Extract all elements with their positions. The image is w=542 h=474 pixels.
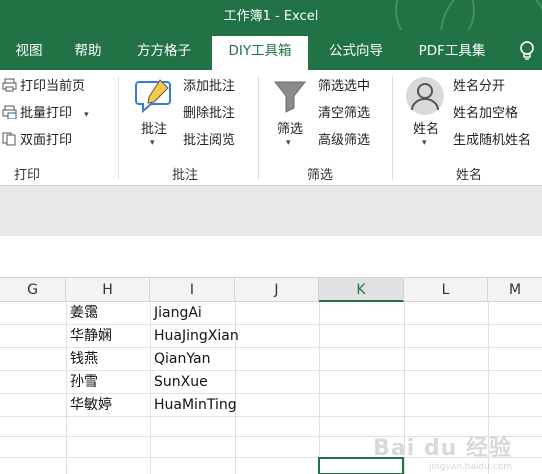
group-divider	[392, 76, 393, 180]
filter-big-button[interactable]: 筛选	[274, 118, 306, 137]
watermark: Bai du 经验	[373, 436, 512, 461]
person-avatar-icon[interactable]	[405, 76, 445, 116]
grid-line	[0, 416, 542, 417]
cell-pinyin[interactable]: HuaJingXian	[154, 325, 239, 347]
column-header-m[interactable]: M	[488, 278, 542, 302]
tab-diy-toolbox[interactable]: DIY工具箱	[212, 36, 308, 70]
batch-printer-icon	[2, 105, 17, 119]
chevron-down-icon[interactable]: ▾	[286, 138, 291, 148]
watermark-url: jingyan.baidu.com	[428, 462, 512, 472]
name-group-label: 姓名	[456, 168, 483, 183]
cell-name[interactable]: 孙雪	[70, 371, 98, 393]
window-title: 工作簿1 - Excel	[223, 9, 319, 24]
cell-pinyin[interactable]: JiangAi	[154, 302, 202, 324]
cell-name[interactable]: 华静娴	[70, 325, 112, 347]
duplex-print-icon	[2, 132, 16, 146]
group-divider	[258, 76, 259, 180]
print-current-page-label: 打印当前页	[20, 79, 86, 94]
print-current-page-button[interactable]: 打印当前页	[2, 78, 85, 96]
cell-pinyin[interactable]: SunXue	[154, 371, 208, 393]
cell-pinyin[interactable]: QianYan	[154, 348, 210, 370]
view-comments-button[interactable]: 批注阅览	[183, 132, 235, 150]
filter-selected-button[interactable]: 筛选选中	[318, 78, 370, 96]
tab-view[interactable]: 视图	[4, 38, 54, 70]
tab-help[interactable]: 帮助	[62, 38, 114, 70]
group-divider	[118, 76, 119, 180]
split-name-button[interactable]: 姓名分开	[453, 78, 505, 96]
clear-filter-button[interactable]: 清空筛选	[318, 105, 370, 123]
ribbon-tab-bar: 视图 帮助 方方格子 DIY工具箱 公式向导 PDF工具集	[0, 30, 542, 70]
cell-name[interactable]: 姜霭	[70, 302, 98, 324]
cell-name[interactable]: 钱燕	[70, 348, 98, 370]
grid-line	[150, 302, 151, 474]
printer-icon	[2, 78, 17, 92]
tab-pdf-tools[interactable]: PDF工具集	[404, 38, 500, 70]
lightbulb-icon[interactable]	[518, 40, 536, 62]
comment-group-label: 批注	[172, 168, 199, 183]
ribbon-bottom-strip	[0, 186, 542, 236]
batch-print-button[interactable]: 批量打印 ▾	[2, 105, 89, 124]
chevron-down-icon[interactable]: ▾	[422, 138, 427, 148]
chevron-down-icon[interactable]: ▾	[150, 138, 155, 148]
filter-group-label: 筛选	[307, 168, 334, 183]
ribbon-panel: 打印当前页 批量打印 ▾ 双面打印 打印 批注 ▾ 添加批注 删除批注 批注阅览…	[0, 70, 542, 186]
filter-funnel-icon[interactable]	[272, 78, 308, 114]
column-header-h[interactable]: H	[66, 278, 150, 302]
delete-comment-button[interactable]: 删除批注	[183, 105, 235, 123]
column-header-k[interactable]: K	[319, 278, 404, 302]
name-big-button[interactable]: 姓名	[409, 118, 443, 137]
name-add-space-button[interactable]: 姓名加空格	[453, 105, 518, 123]
chevron-down-icon[interactable]: ▾	[84, 110, 89, 120]
column-header-g[interactable]: G	[0, 278, 66, 302]
advanced-filter-button[interactable]: 高级筛选	[318, 132, 370, 150]
duplex-print-label: 双面打印	[20, 133, 73, 148]
column-header-i[interactable]: I	[150, 278, 235, 302]
grid-line	[319, 302, 320, 474]
tab-fangfang-gezi[interactable]: 方方格子	[124, 38, 204, 70]
grid-line	[66, 302, 67, 474]
column-header-j[interactable]: J	[235, 278, 319, 302]
cell-name[interactable]: 华敏婷	[70, 394, 112, 416]
formula-bar[interactable]	[0, 236, 542, 278]
duplex-print-button[interactable]: 双面打印	[2, 132, 72, 150]
add-comment-button[interactable]: 添加批注	[183, 78, 235, 96]
comment-icon[interactable]	[134, 76, 174, 116]
title-bar: 工作簿1 - Excel	[0, 0, 542, 30]
column-header-l[interactable]: L	[404, 278, 488, 302]
cell-pinyin[interactable]: HuaMinTing	[154, 394, 237, 416]
comment-big-button[interactable]: 批注	[138, 118, 170, 137]
batch-print-label: 批量打印	[20, 106, 73, 121]
print-group-label: 打印	[14, 168, 41, 183]
random-name-button[interactable]: 生成随机姓名	[453, 132, 531, 150]
tab-formula-wizard[interactable]: 公式向导	[316, 38, 396, 70]
